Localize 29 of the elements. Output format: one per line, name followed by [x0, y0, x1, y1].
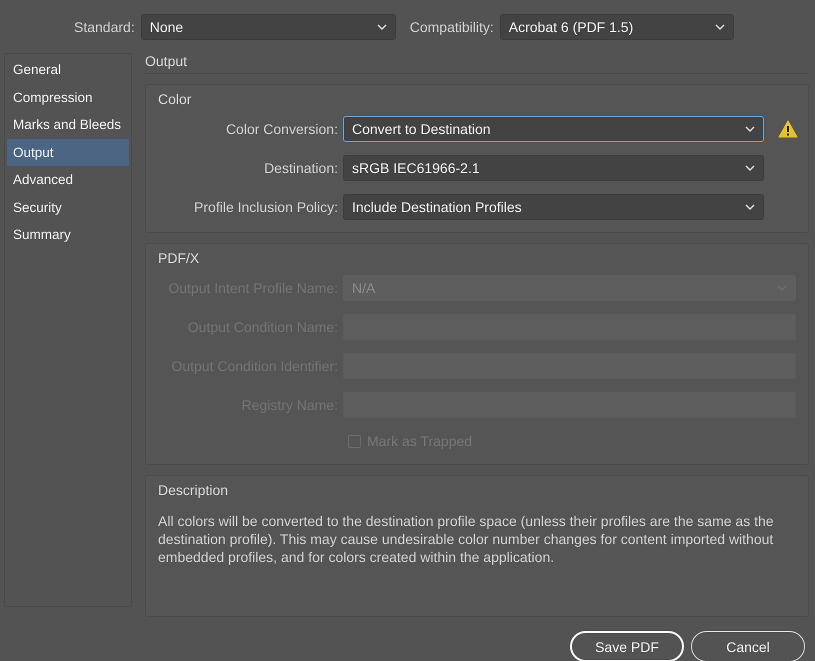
dropdown[interactable]: sRGB IEC61966-2.1 [343, 154, 764, 180]
group-title: Color [158, 91, 192, 107]
chevron-down-icon [376, 24, 387, 30]
sidebar-item[interactable]: Output [7, 138, 129, 166]
sidebar-item[interactable]: Summary [7, 221, 129, 248]
description-text: All colors will be converted to the destination profile space (unless their profiles are the same as the destination profile). This may cause undesirable color number changes for content imported without embedded profiles, and for colors created within the application. [158, 513, 774, 565]
chevron-down-icon [714, 24, 725, 30]
chevron-down-icon [745, 204, 755, 210]
dropdown[interactable]: Convert to Destination [343, 116, 764, 142]
sidebar-item[interactable]: Compression [7, 84, 129, 111]
field-label: Standard: [74, 18, 135, 34]
panel-title: Output [145, 53, 809, 74]
field-label: Color Conversion: [224, 120, 339, 136]
field-label: Destination: [263, 160, 339, 176]
chevron-down-icon [745, 164, 755, 170]
cancel-button[interactable]: Cancel [691, 631, 805, 661]
field-label: Profile Inclusion Policy: [193, 198, 339, 214]
dropdown[interactable]: Include Destination Profiles [343, 194, 764, 220]
field-label: Compatibility: [410, 18, 494, 34]
sidebar-item[interactable]: Security [7, 194, 129, 221]
chevron-down-icon [745, 126, 755, 132]
group-title: PDF/X [158, 250, 200, 266]
sidebar-item[interactable]: Marks and Bleeds [7, 111, 129, 138]
sidebar-item[interactable]: Advanced [7, 166, 129, 194]
group-title: Description [158, 482, 228, 498]
sidebar-item[interactable]: General [7, 56, 129, 84]
dropdown[interactable]: None [140, 14, 396, 40]
save-button[interactable]: Save PDF [570, 631, 684, 661]
dropdown[interactable]: Acrobat 6 (PDF 1.5) [500, 14, 734, 40]
